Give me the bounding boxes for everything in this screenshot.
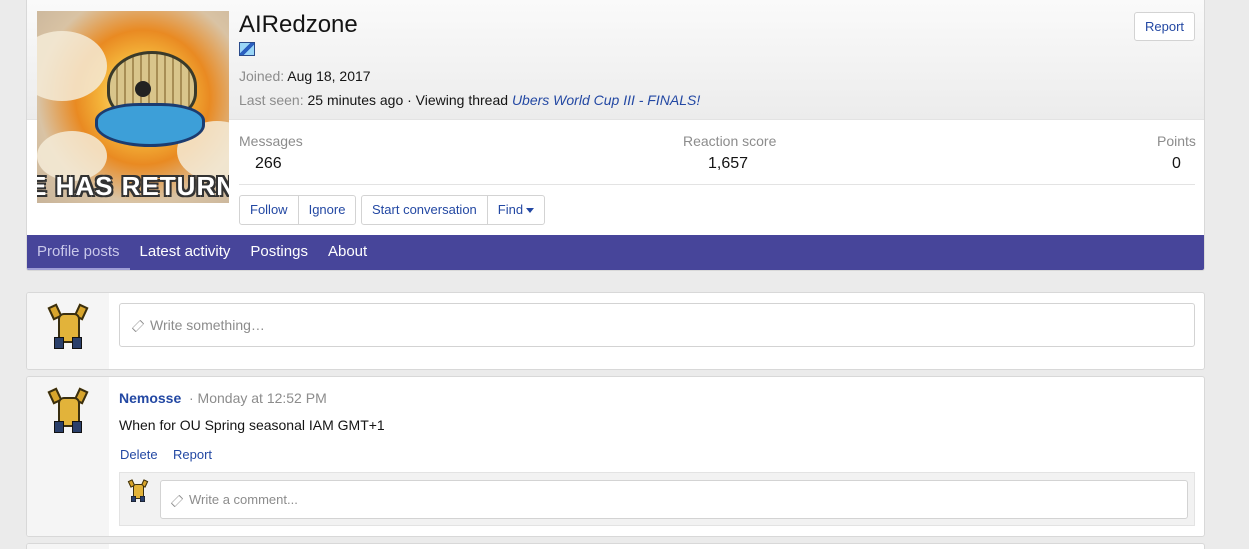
stat-messages-value[interactable]: 266 bbox=[255, 155, 282, 173]
stat-points-label: Points bbox=[1157, 133, 1196, 149]
joined-label: Joined: bbox=[239, 68, 285, 84]
stats-divider bbox=[239, 184, 1195, 185]
last-seen-line: Last seen: 25 minutes ago · Viewing thre… bbox=[239, 92, 700, 108]
last-seen-thread-link[interactable]: Ubers World Cup III - FINALS! bbox=[512, 92, 700, 108]
find-dropdown-button[interactable]: Find bbox=[488, 196, 544, 224]
next-post-card bbox=[26, 543, 1205, 549]
next-post-gutter bbox=[27, 544, 109, 549]
pencil-icon bbox=[131, 320, 145, 333]
last-seen-value: 25 minutes ago · Viewing thread bbox=[307, 92, 509, 108]
write-something-placeholder: Write something… bbox=[150, 317, 265, 333]
write-comment-input[interactable]: Write a comment... bbox=[160, 480, 1188, 519]
comment-user-avatar bbox=[126, 479, 150, 503]
tab-profile-posts[interactable]: Profile posts bbox=[27, 235, 130, 270]
ignore-button[interactable]: Ignore bbox=[299, 196, 356, 224]
write-comment-placeholder: Write a comment... bbox=[189, 492, 298, 507]
avatar-caption: E HAS RETURNI bbox=[37, 171, 229, 201]
conversation-find-group: Start conversation Find bbox=[361, 195, 546, 225]
profile-card: E HAS RETURNI AIRedzone Joined: Aug 18, … bbox=[26, 0, 1205, 271]
composer-card: Write something… bbox=[26, 292, 1205, 370]
tab-latest-activity[interactable]: Latest activity bbox=[130, 235, 241, 270]
write-something-input[interactable]: Write something… bbox=[119, 303, 1195, 347]
start-conversation-button[interactable]: Start conversation bbox=[362, 196, 488, 224]
pencil-icon bbox=[170, 494, 184, 507]
report-post-link[interactable]: Report bbox=[173, 447, 212, 462]
post-body: When for OU Spring seasonal IAM GMT+1 bbox=[119, 417, 385, 433]
profile-username: AIRedzone bbox=[239, 11, 358, 38]
stat-reaction-label: Reaction score bbox=[683, 133, 777, 149]
tab-postings[interactable]: Postings bbox=[240, 235, 318, 270]
delete-post-link[interactable]: Delete bbox=[120, 447, 158, 462]
user-flair-icon bbox=[239, 42, 255, 56]
profile-tabs: Profile posts Latest activity Postings A… bbox=[27, 235, 1204, 270]
stat-points-value[interactable]: 0 bbox=[1172, 155, 1181, 173]
stat-messages-label: Messages bbox=[239, 133, 303, 149]
follow-ignore-group: Follow Ignore bbox=[239, 195, 357, 225]
last-seen-label: Last seen: bbox=[239, 92, 304, 108]
joined-line: Joined: Aug 18, 2017 bbox=[239, 68, 371, 84]
follow-button[interactable]: Follow bbox=[240, 196, 299, 224]
tab-about[interactable]: About bbox=[318, 235, 377, 270]
current-user-avatar[interactable] bbox=[44, 303, 92, 351]
chevron-down-icon bbox=[526, 208, 535, 214]
post-author-avatar[interactable] bbox=[44, 387, 92, 435]
joined-value: Aug 18, 2017 bbox=[287, 68, 371, 84]
comment-area: Write a comment... bbox=[119, 472, 1195, 526]
report-profile-button[interactable]: Report bbox=[1134, 12, 1195, 41]
stat-reaction-value[interactable]: 1,657 bbox=[708, 155, 748, 173]
post-timestamp[interactable]: · Monday at 12:52 PM bbox=[189, 390, 327, 406]
profile-post-card: Nemosse · Monday at 12:52 PM When for OU… bbox=[26, 376, 1205, 537]
post-author-link[interactable]: Nemosse bbox=[119, 390, 181, 406]
find-label: Find bbox=[497, 202, 524, 217]
profile-avatar[interactable]: E HAS RETURNI bbox=[37, 11, 229, 203]
